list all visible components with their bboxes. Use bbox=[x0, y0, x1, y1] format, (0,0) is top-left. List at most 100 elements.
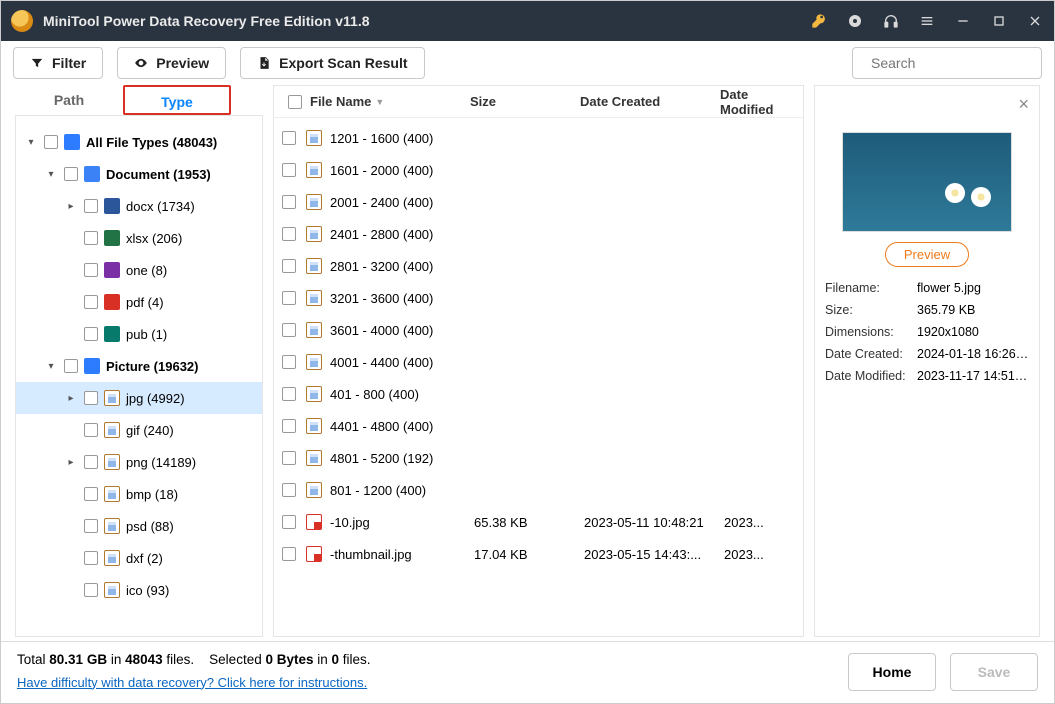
disc-icon[interactable] bbox=[846, 12, 864, 30]
tree-item[interactable]: ▾All File Types (48043) bbox=[16, 126, 262, 158]
export-button[interactable]: Export Scan Result bbox=[240, 47, 424, 79]
file-row[interactable]: 4001 - 4400 (400) bbox=[274, 346, 803, 378]
file-checkbox[interactable] bbox=[282, 547, 296, 561]
home-button[interactable]: Home bbox=[848, 653, 936, 691]
file-checkbox[interactable] bbox=[282, 195, 296, 209]
tree-checkbox[interactable] bbox=[84, 455, 98, 469]
close-preview-icon[interactable]: × bbox=[1018, 94, 1029, 115]
tree-checkbox[interactable] bbox=[84, 295, 98, 309]
chevron-icon[interactable]: ▾ bbox=[44, 361, 58, 372]
file-row[interactable]: 401 - 800 (400) bbox=[274, 378, 803, 410]
tree-checkbox[interactable] bbox=[84, 199, 98, 213]
file-row[interactable]: 2001 - 2400 (400) bbox=[274, 186, 803, 218]
tree-checkbox[interactable] bbox=[44, 135, 58, 149]
chevron-icon[interactable]: ▾ bbox=[44, 169, 58, 180]
save-button[interactable]: Save bbox=[950, 653, 1038, 691]
preview-open-button[interactable]: Preview bbox=[885, 242, 969, 267]
col-modified[interactable]: Date Modified bbox=[720, 87, 795, 117]
file-date-modified: 2023... bbox=[724, 547, 795, 562]
tree-checkbox[interactable] bbox=[84, 519, 98, 533]
file-row[interactable]: 3601 - 4000 (400) bbox=[274, 314, 803, 346]
tree-checkbox[interactable] bbox=[84, 327, 98, 341]
tree-item[interactable]: ▸jpg (4992) bbox=[16, 382, 262, 414]
tree-item[interactable]: ico (93) bbox=[16, 574, 262, 606]
file-row[interactable]: 2801 - 3200 (400) bbox=[274, 250, 803, 282]
file-row[interactable]: 4401 - 4800 (400) bbox=[274, 410, 803, 442]
chevron-icon[interactable]: ▾ bbox=[24, 137, 38, 148]
search-box[interactable] bbox=[852, 47, 1042, 79]
tree-item[interactable]: ▾Picture (19632) bbox=[16, 350, 262, 382]
file-checkbox[interactable] bbox=[282, 227, 296, 241]
column-headers[interactable]: File Name▼ Size Date Created Date Modifi… bbox=[274, 86, 803, 118]
filter-button[interactable]: Filter bbox=[13, 47, 103, 79]
preview-panel: × Preview Filename:flower 5.jpg Size:365… bbox=[814, 85, 1040, 637]
tree-checkbox[interactable] bbox=[84, 391, 98, 405]
file-row[interactable]: 2401 - 2800 (400) bbox=[274, 218, 803, 250]
app-icon bbox=[11, 10, 33, 32]
close-icon[interactable] bbox=[1026, 12, 1044, 30]
tree-item[interactable]: one (8) bbox=[16, 254, 262, 286]
file-checkbox[interactable] bbox=[282, 355, 296, 369]
tree-checkbox[interactable] bbox=[84, 423, 98, 437]
headphones-icon[interactable] bbox=[882, 12, 900, 30]
tree-item[interactable]: gif (240) bbox=[16, 414, 262, 446]
tree-item[interactable]: bmp (18) bbox=[16, 478, 262, 510]
img-icon bbox=[104, 550, 120, 566]
tree-checkbox[interactable] bbox=[84, 231, 98, 245]
pdfred-icon bbox=[306, 546, 322, 562]
file-row[interactable]: 4801 - 5200 (192) bbox=[274, 442, 803, 474]
tree-checkbox[interactable] bbox=[84, 551, 98, 565]
search-input[interactable] bbox=[871, 55, 1052, 71]
tree-item[interactable]: dxf (2) bbox=[16, 542, 262, 574]
file-checkbox[interactable] bbox=[282, 451, 296, 465]
file-checkbox[interactable] bbox=[282, 515, 296, 529]
col-size[interactable]: Size bbox=[470, 94, 580, 109]
col-filename[interactable]: File Name▼ bbox=[310, 94, 470, 109]
chevron-icon[interactable]: ▸ bbox=[64, 393, 78, 404]
file-checkbox[interactable] bbox=[282, 323, 296, 337]
tree-checkbox[interactable] bbox=[64, 167, 78, 181]
tree-item[interactable]: ▾Document (1953) bbox=[16, 158, 262, 190]
minimize-icon[interactable] bbox=[954, 12, 972, 30]
img-icon bbox=[306, 226, 322, 242]
tab-path[interactable]: Path bbox=[15, 85, 123, 115]
tree-item[interactable]: xlsx (206) bbox=[16, 222, 262, 254]
tree-checkbox[interactable] bbox=[84, 263, 98, 277]
file-checkbox[interactable] bbox=[282, 419, 296, 433]
file-checkbox[interactable] bbox=[282, 259, 296, 273]
tree-item[interactable]: psd (88) bbox=[16, 510, 262, 542]
tree-item[interactable]: ▸png (14189) bbox=[16, 446, 262, 478]
file-list[interactable]: 1201 - 1600 (400)1601 - 2000 (400)2001 -… bbox=[274, 118, 803, 636]
select-all-checkbox[interactable] bbox=[288, 95, 302, 109]
col-created[interactable]: Date Created bbox=[580, 94, 720, 109]
tree-item[interactable]: ▸docx (1734) bbox=[16, 190, 262, 222]
file-row[interactable]: 3201 - 3600 (400) bbox=[274, 282, 803, 314]
file-checkbox[interactable] bbox=[282, 387, 296, 401]
tree-item[interactable]: pub (1) bbox=[16, 318, 262, 350]
upgrade-key-icon[interactable] bbox=[810, 12, 828, 30]
file-checkbox[interactable] bbox=[282, 483, 296, 497]
maximize-icon[interactable] bbox=[990, 12, 1008, 30]
meta-modified-label: Date Modified: bbox=[825, 369, 917, 383]
tree-label: pdf (4) bbox=[126, 295, 164, 310]
preview-button[interactable]: Preview bbox=[117, 47, 226, 79]
tree-item[interactable]: pdf (4) bbox=[16, 286, 262, 318]
chevron-icon[interactable]: ▸ bbox=[64, 457, 78, 468]
file-checkbox[interactable] bbox=[282, 291, 296, 305]
chevron-icon[interactable]: ▸ bbox=[64, 201, 78, 212]
tree-checkbox[interactable] bbox=[84, 487, 98, 501]
file-checkbox[interactable] bbox=[282, 163, 296, 177]
file-checkbox[interactable] bbox=[282, 131, 296, 145]
file-row[interactable]: 1601 - 2000 (400) bbox=[274, 154, 803, 186]
tree-label: gif (240) bbox=[126, 423, 174, 438]
file-row[interactable]: 801 - 1200 (400) bbox=[274, 474, 803, 506]
tree-checkbox[interactable] bbox=[84, 583, 98, 597]
file-row[interactable]: -10.jpg65.38 KB2023-05-11 10:48:212023..… bbox=[274, 506, 803, 538]
tree-checkbox[interactable] bbox=[64, 359, 78, 373]
type-tree[interactable]: ▾All File Types (48043)▾Document (1953)▸… bbox=[15, 115, 263, 637]
tab-type[interactable]: Type bbox=[123, 85, 231, 115]
file-row[interactable]: -thumbnail.jpg17.04 KB2023-05-15 14:43:.… bbox=[274, 538, 803, 570]
menu-icon[interactable] bbox=[918, 12, 936, 30]
file-row[interactable]: 1201 - 1600 (400) bbox=[274, 122, 803, 154]
help-link[interactable]: Have difficulty with data recovery? Clic… bbox=[17, 675, 367, 690]
